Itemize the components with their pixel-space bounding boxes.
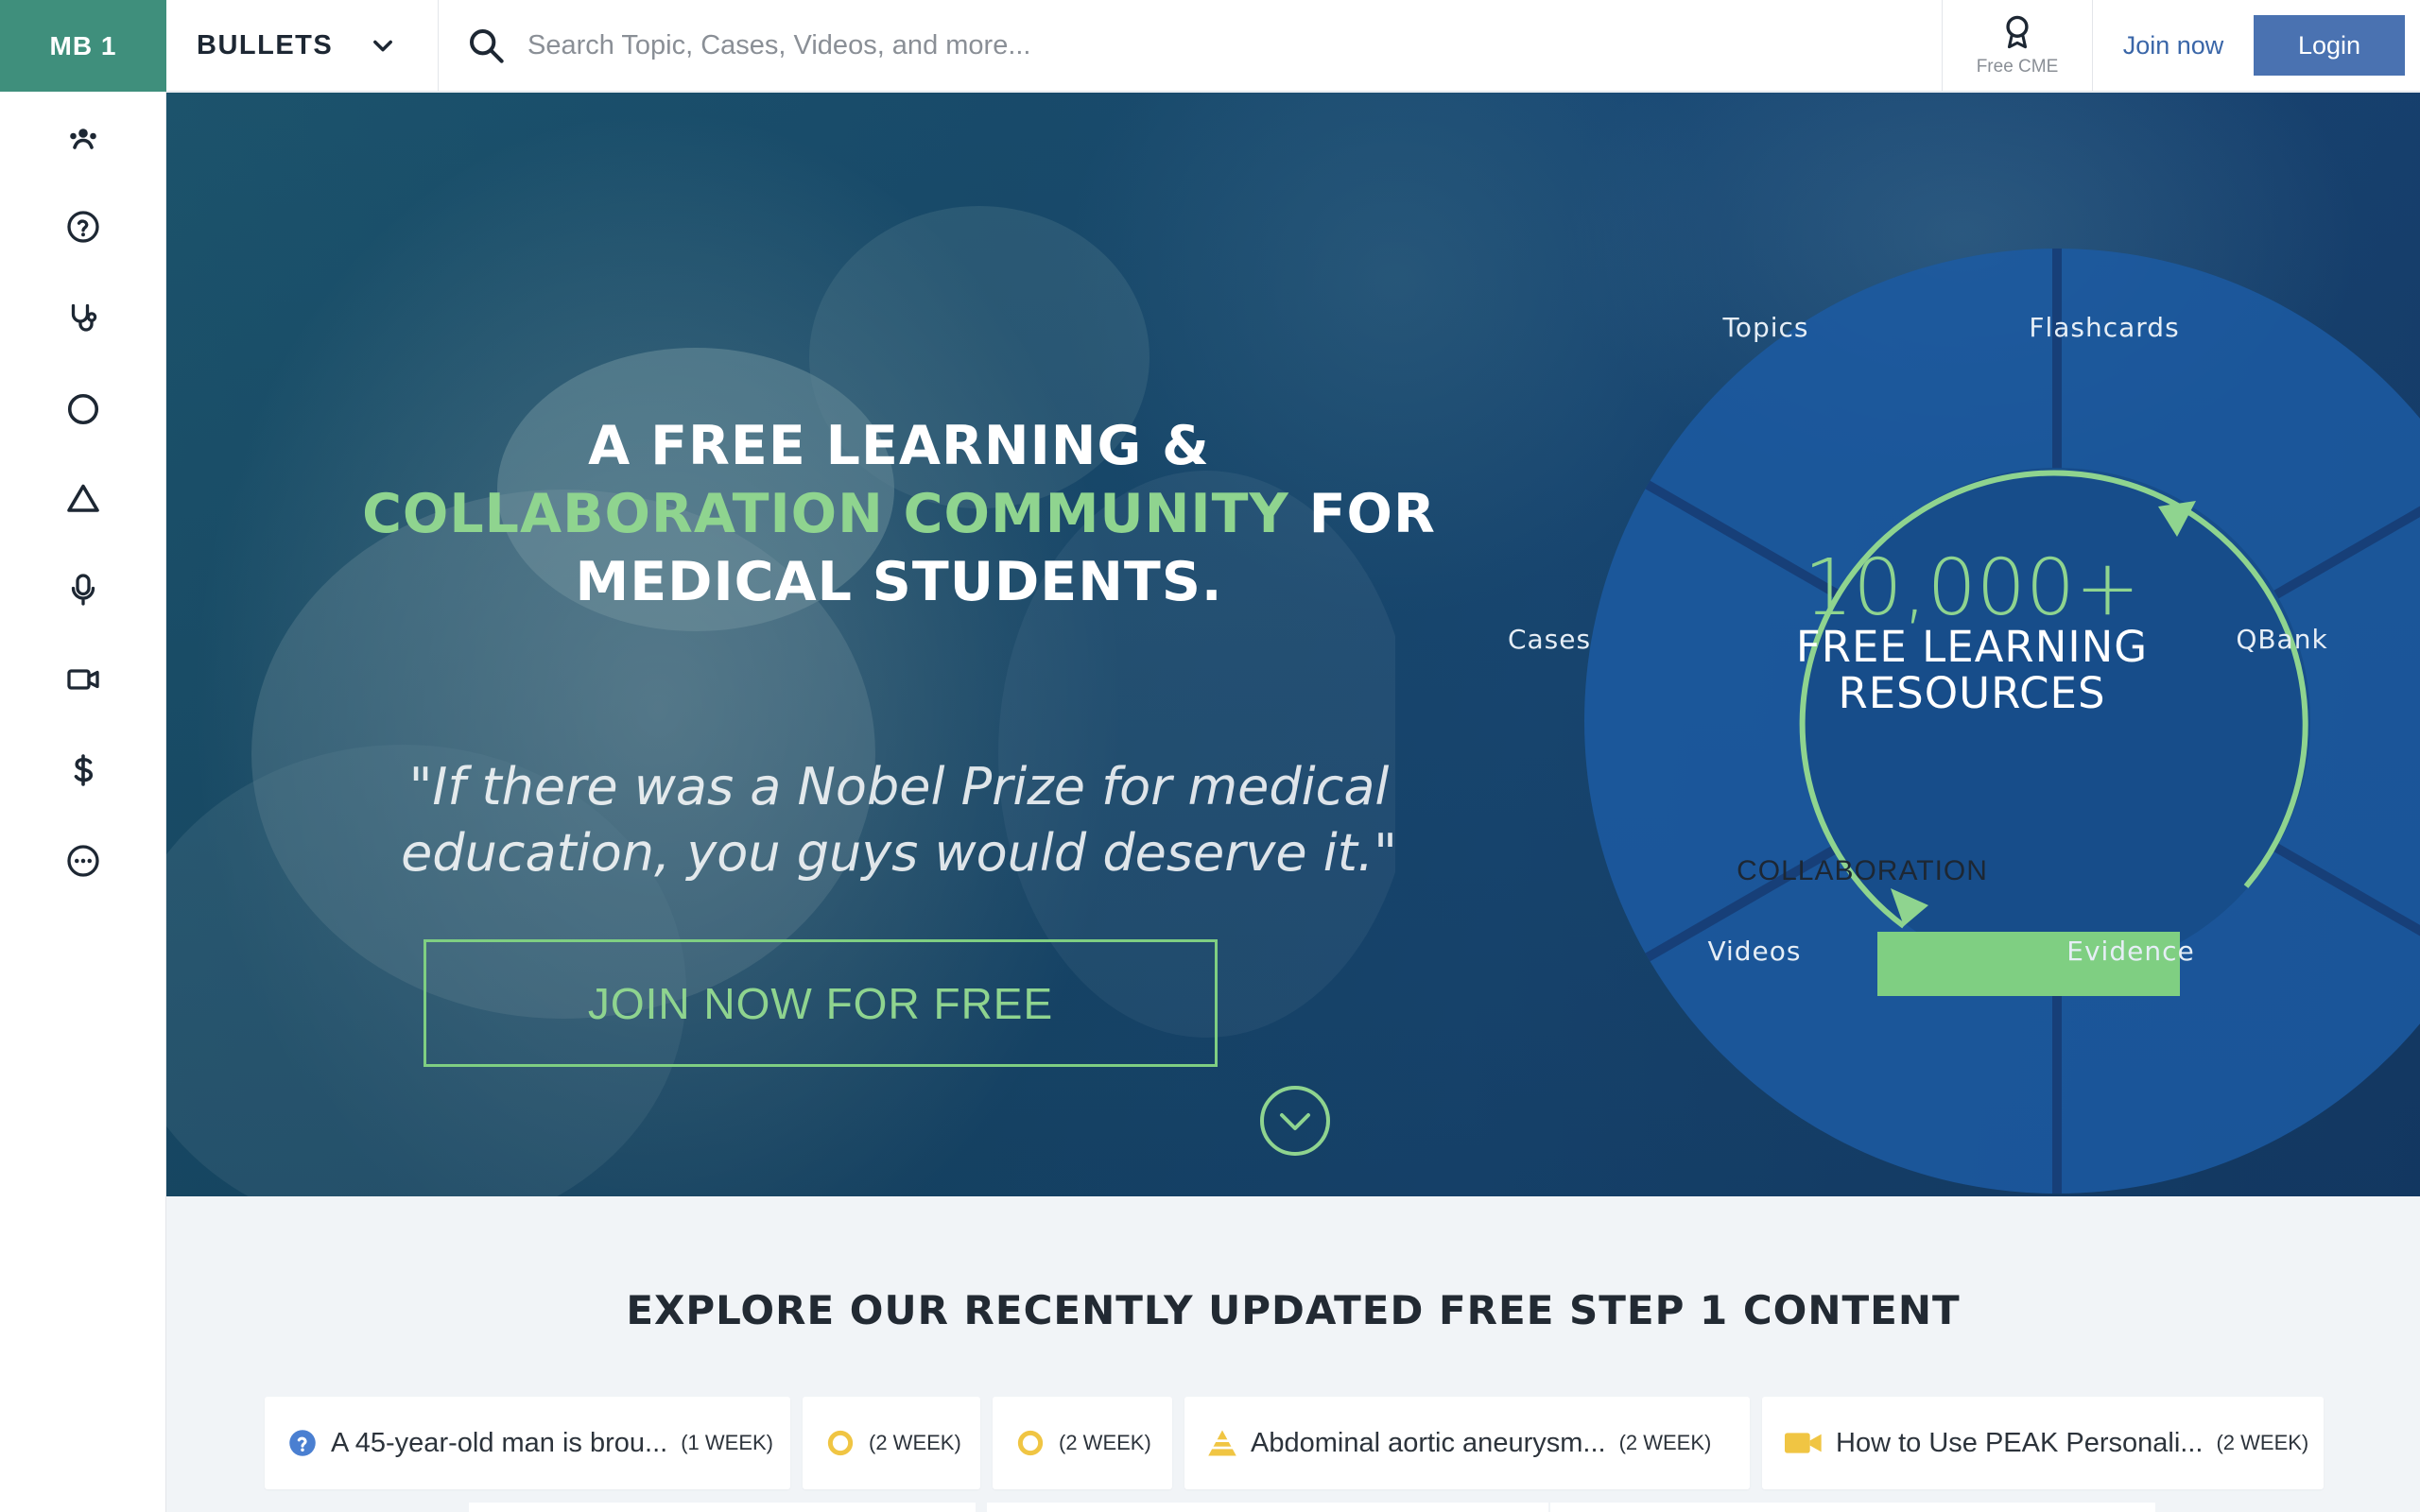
question-icon xyxy=(287,1428,318,1458)
content-card-row2[interactable] xyxy=(1550,1503,2155,1512)
hero-title-accent: COLLABORATION COMMUNITY xyxy=(362,483,1289,545)
quote-line1: "If there was a Nobel Prize for medical xyxy=(408,757,1390,816)
dollar-icon[interactable] xyxy=(64,751,102,789)
section-dropdown[interactable]: BULLETS xyxy=(166,0,439,91)
circle-icon[interactable] xyxy=(64,390,102,428)
resource-caption: FREE LEARNING RESOURCES xyxy=(1754,624,2189,716)
resource-caption-line1: FREE LEARNING xyxy=(1795,622,2149,672)
chevron-down-icon xyxy=(373,40,392,52)
explore-section-title: EXPLORE OUR RECENTLY UPDATED FREE STEP 1… xyxy=(626,1287,1961,1333)
award-ribbon-icon xyxy=(2006,15,2029,49)
content-card-title: A 45-year-old man is brou... xyxy=(330,1427,668,1458)
content-card-title: How to Use PEAK Personali... xyxy=(1836,1427,2204,1458)
hero-title: A FREE LEARNING & COLLABORATION COMMUNIT… xyxy=(308,412,1490,616)
hero-title-line2: COLLABORATION COMMUNITY FOR xyxy=(308,480,1490,548)
wheel-segment-cases[interactable]: Cases xyxy=(1436,624,1663,655)
free-cme-label: Free CME xyxy=(1976,57,2059,77)
wheel-segment-flashcards[interactable]: Flashcards xyxy=(1962,312,2246,343)
content-card[interactable]: Abdominal aortic aneurysm... (2 WEEK) xyxy=(1184,1397,1750,1489)
community-icon[interactable] xyxy=(64,120,102,158)
question-icon[interactable] xyxy=(64,208,102,246)
wheel-segment-evidence[interactable]: Evidence xyxy=(1989,936,2273,967)
wheel-segment-videos[interactable]: Videos xyxy=(1613,936,1896,967)
testimonial-quote: "If there was a Nobel Prize for medical … xyxy=(308,754,1490,886)
content-card-age: (2 WEEK) xyxy=(1618,1431,1712,1454)
hero-title-line3: MEDICAL STUDENTS. xyxy=(575,551,1223,613)
microphone-icon[interactable] xyxy=(64,571,102,609)
content-card[interactable]: How to Use PEAK Personali... (2 WEEK) xyxy=(1762,1397,2324,1489)
content-card-row2[interactable] xyxy=(469,1503,976,1512)
login-button[interactable]: Login xyxy=(2254,15,2405,76)
search-icon[interactable] xyxy=(467,26,505,64)
content-card[interactable]: A 45-year-old man is brou... (1 WEEK) xyxy=(265,1397,790,1489)
sidebar xyxy=(0,92,166,1512)
hero-title-line1: A FREE LEARNING & xyxy=(588,415,1210,477)
chat-icon[interactable] xyxy=(64,842,102,880)
join-now-link[interactable]: Join now xyxy=(2093,0,2254,91)
recent-content-list: A 45-year-old man is brou... (1 WEEK) (2… xyxy=(265,1397,2324,1489)
search-input[interactable] xyxy=(527,29,1662,61)
brand-logo[interactable]: MB 1 xyxy=(0,0,166,92)
content-card-age: (2 WEEK) xyxy=(1059,1431,1151,1454)
content-card-age: (1 WEEK) xyxy=(681,1431,773,1454)
join-now-free-button[interactable]: JOIN NOW FOR FREE xyxy=(424,939,1218,1067)
section-dropdown-label: BULLETS xyxy=(197,29,334,60)
collaboration-badge[interactable]: COLLABORATION xyxy=(1711,839,2014,903)
wheel-segment-topics[interactable]: Topics xyxy=(1624,312,1908,343)
scroll-down-icon[interactable] xyxy=(1259,1085,1331,1157)
resource-count: 10,000+ xyxy=(1804,543,2140,633)
content-card-age: (2 WEEK) xyxy=(2216,1431,2309,1454)
circle-icon xyxy=(1015,1428,1046,1458)
search-bar xyxy=(439,0,1942,91)
content-card[interactable]: (2 WEEK) xyxy=(993,1397,1172,1489)
resource-caption-line2: RESOURCES xyxy=(1838,668,2106,718)
circle-icon xyxy=(825,1428,856,1458)
wheel-segment-qbank[interactable]: QBank xyxy=(2169,624,2395,655)
video-icon xyxy=(1785,1428,1823,1458)
content-card-age: (2 WEEK) xyxy=(869,1431,961,1454)
content-card-row2[interactable] xyxy=(987,1503,1548,1512)
video-icon[interactable] xyxy=(64,661,102,698)
free-cme-button[interactable]: Free CME xyxy=(1942,0,2093,91)
content-card[interactable]: (2 WEEK) xyxy=(803,1397,980,1489)
triangle-icon[interactable] xyxy=(64,480,102,518)
top-bar: MB 1 BULLETS Free CME Join now Login xyxy=(0,0,2420,92)
hero-banner: A FREE LEARNING & COLLABORATION COMMUNIT… xyxy=(166,93,2420,1196)
content-card-title: Abdominal aortic aneurysm... xyxy=(1251,1427,1606,1458)
quote-line2: education, you guys would deserve it." xyxy=(401,823,1397,883)
pyramid-icon xyxy=(1207,1428,1237,1458)
stethoscope-icon[interactable] xyxy=(64,300,102,337)
